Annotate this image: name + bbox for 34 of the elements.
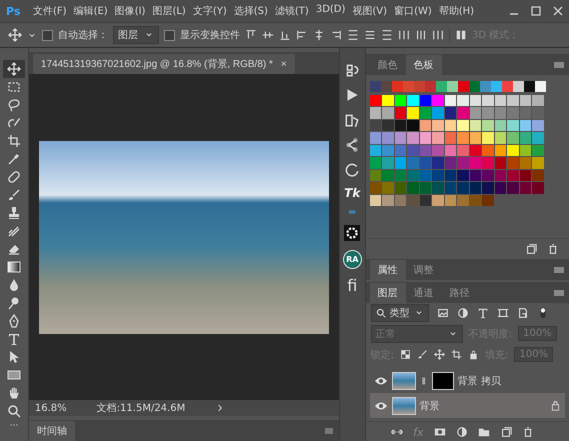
zoom-level: 16.8%	[34, 402, 67, 414]
layer-row[interactable]: 背景	[370, 393, 565, 418]
menu-item[interactable]: 滤镜(T)	[274, 2, 310, 20]
target-dropdown[interactable]: 图层	[113, 26, 159, 44]
menu-item[interactable]: 图层(L)	[151, 2, 187, 20]
menu-item[interactable]: 编辑(E)	[72, 2, 109, 20]
layer-row[interactable]: 背景 拷贝	[370, 368, 565, 394]
menu-item[interactable]: 文件(F)	[32, 2, 68, 20]
panel-tab[interactable]: 路径	[442, 282, 478, 303]
menu-item[interactable]: 视图(V)	[351, 2, 388, 20]
menu-item[interactable]: 帮助(H)	[438, 2, 476, 20]
document-tab[interactable]: 174451319367021602.jpg @ 16.8% (背景, RGB/8) * ×	[32, 54, 295, 74]
menu-item[interactable]: 3D(D)	[314, 2, 346, 20]
panel-tab[interactable]: 通道	[406, 282, 442, 303]
plugin-label[interactable]: fi	[347, 278, 358, 294]
panel-tab[interactable]: 调整	[406, 260, 442, 280]
checkbox-label: 自动选择：	[58, 28, 108, 42]
layer-name: 背景	[420, 400, 441, 413]
app-logo: Ps	[6, 4, 22, 18]
document-info: 文档:11.5M/24.6M	[96, 402, 186, 415]
menu-item[interactable]: 文字(Y)	[192, 2, 228, 20]
plugin-badge[interactable]: RA	[342, 250, 362, 269]
panel-tab[interactable]: 图层	[370, 282, 406, 303]
panel-tab[interactable]: 色板	[406, 54, 442, 75]
menu-item[interactable]: 图像(I)	[114, 2, 146, 20]
panel-tab[interactable]: 颜色	[370, 54, 406, 75]
panel-tab[interactable]: 属性	[370, 260, 406, 280]
layer-name: 背景 拷贝	[458, 374, 502, 388]
checkbox-label: 显示变换控件	[180, 28, 240, 42]
timeline-tab[interactable]: 时间轴	[28, 421, 75, 441]
menu-item[interactable]: 选择(S)	[232, 2, 269, 20]
plugin-label[interactable]: Tk	[344, 187, 360, 199]
menu-item[interactable]: 窗口(W)	[393, 2, 433, 20]
filter-dropdown[interactable]: 类型	[370, 304, 429, 322]
